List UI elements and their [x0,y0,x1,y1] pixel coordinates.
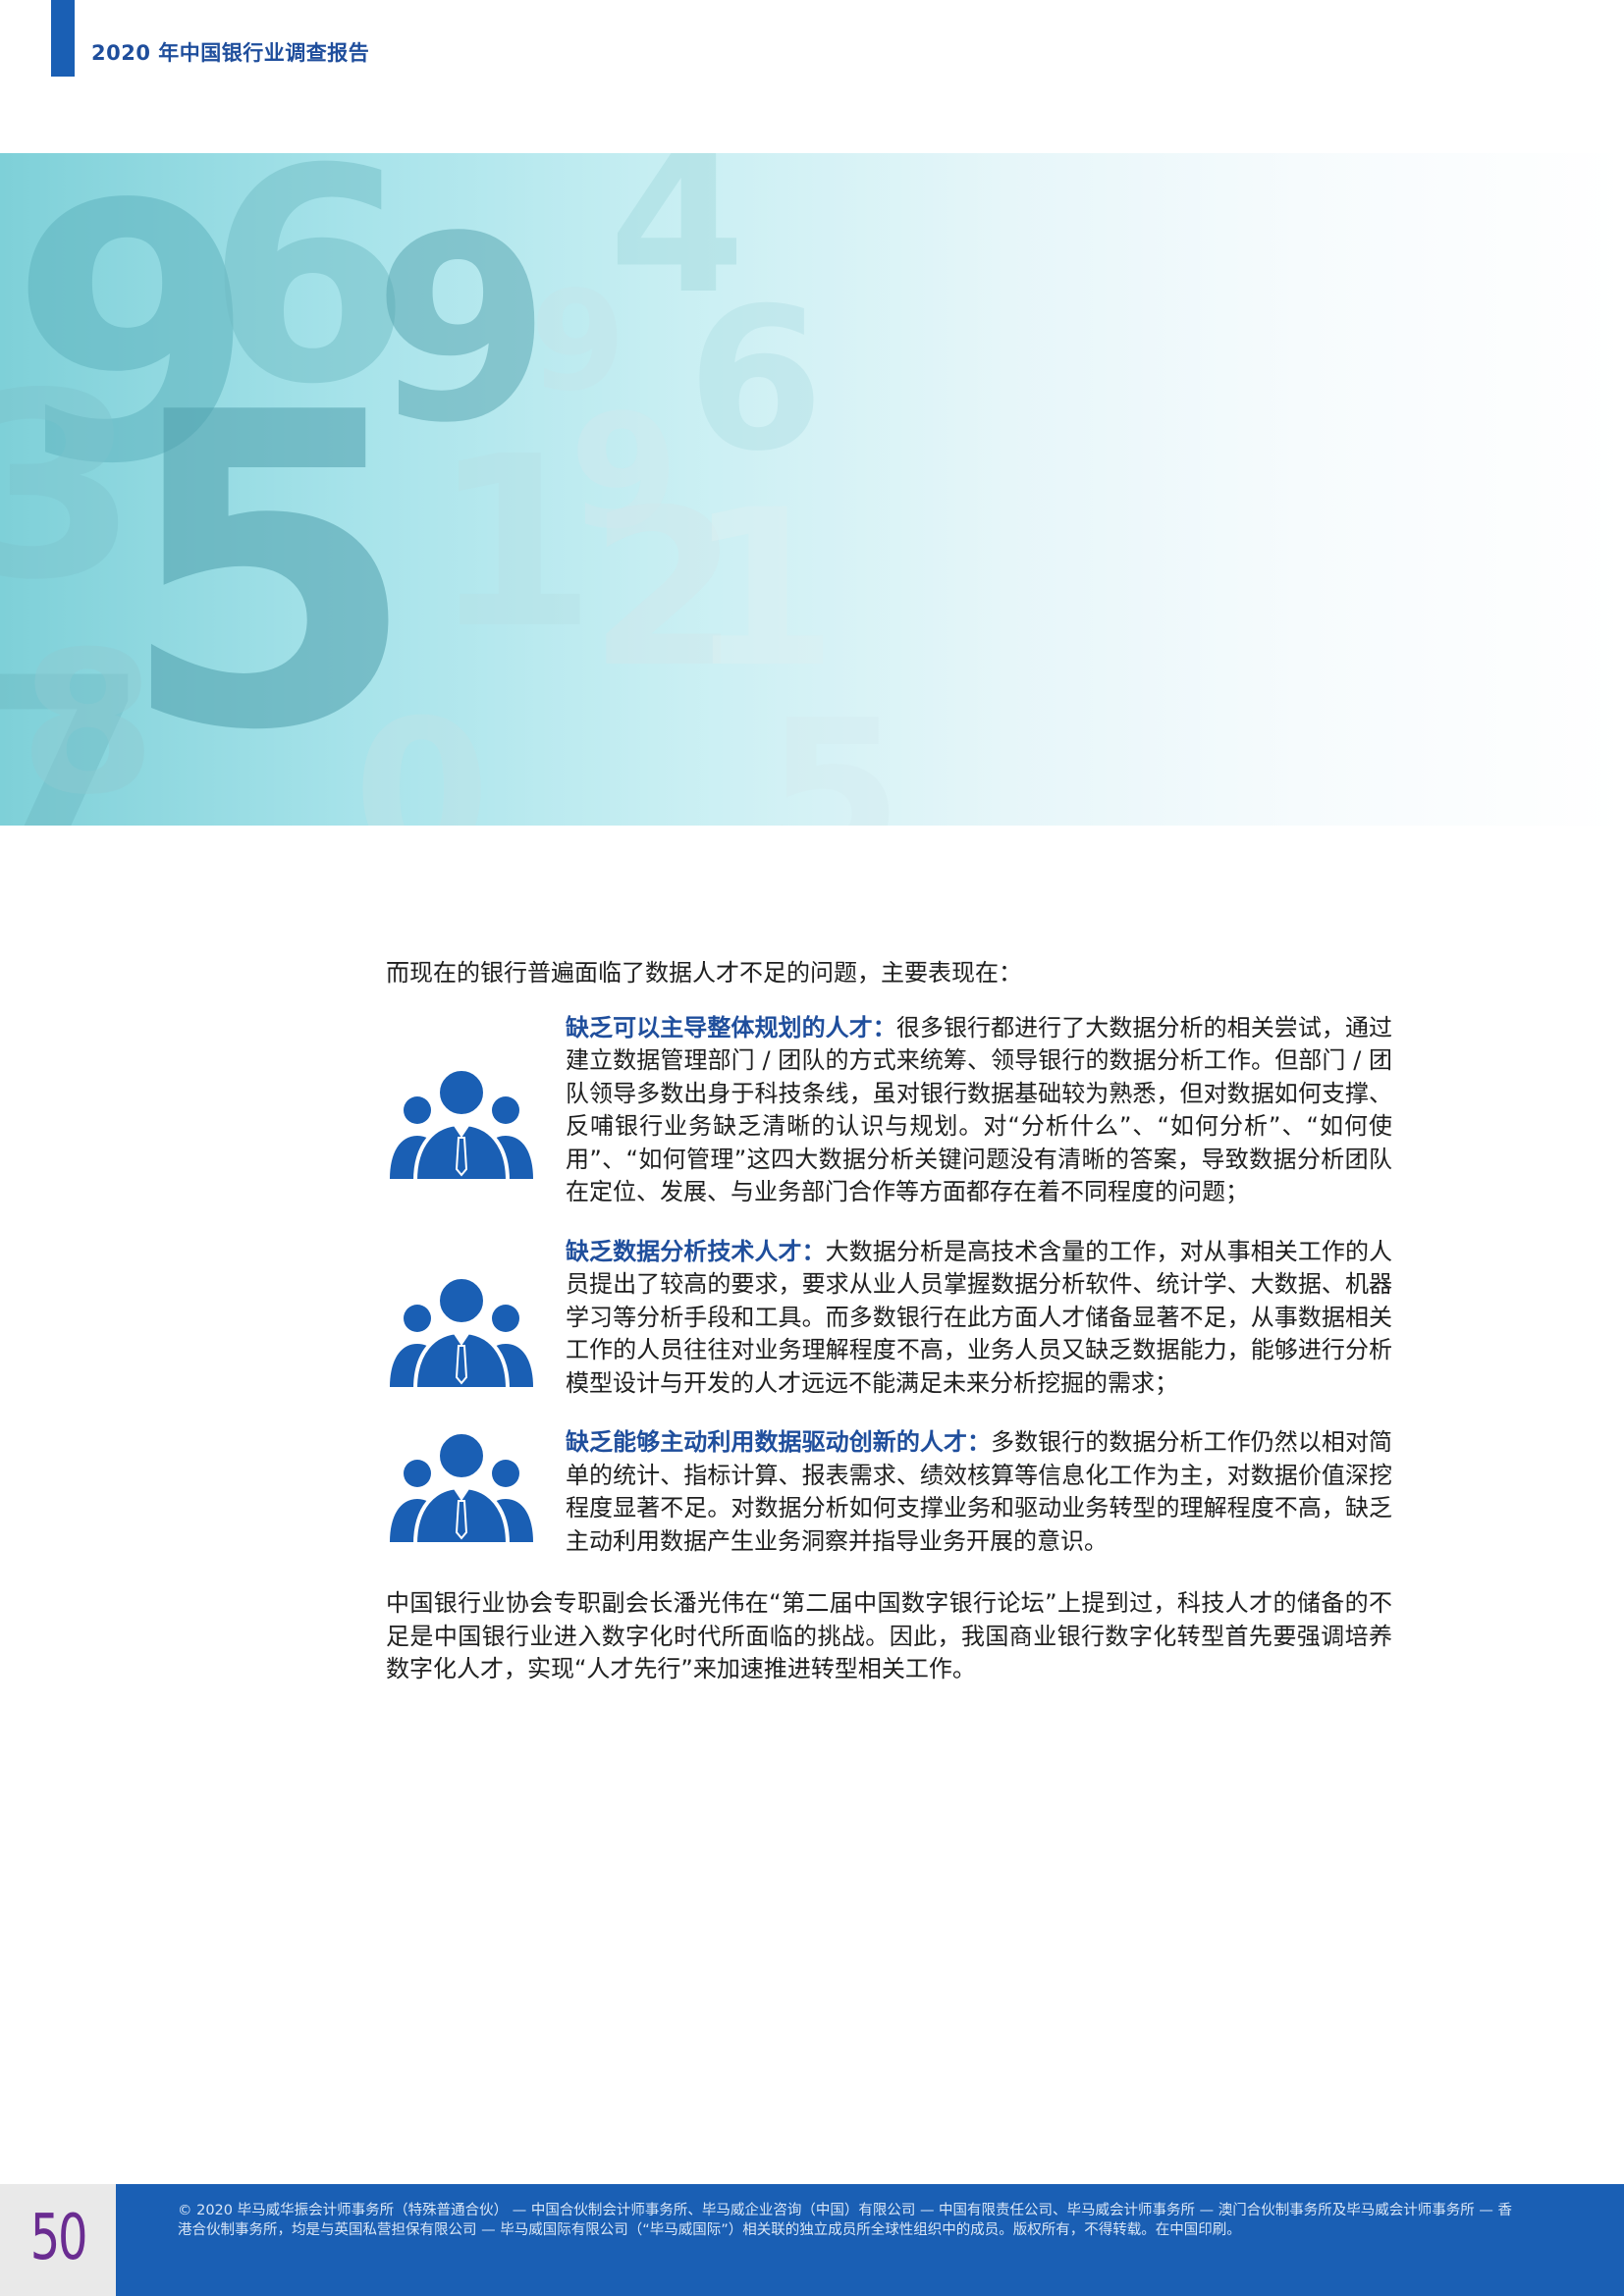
footer-band: © 2020 毕马威华振会计师事务所（特殊普通合伙） — 中国合伙制会计师事务所… [116,2184,1624,2296]
talent-gap-item: 缺乏可以主导整体规划的人才：很多银行都进行了大数据分析的相关尝试，通过建立数据管… [386,1012,1392,1209]
page-footer: 50 © 2020 毕马威华振会计师事务所（特殊普通合伙） — 中国合伙制会计师… [0,2184,1624,2296]
talent-gap-text: 缺乏可以主导整体规划的人才：很多银行都进行了大数据分析的相关尝试，通过建立数据管… [566,1012,1392,1209]
banner-numerals: 9 6 4 9 6 5 3 1 7 8 2 5 0 9 1 9 [0,153,902,826]
talent-gap-item: 缺乏数据分析技术人才：大数据分析是高技术含量的工作，对从事相关工作的人员提出了较… [386,1236,1392,1401]
report-title: 2020 年中国银行业调查报告 [91,41,370,65]
intro-paragraph: 而现在的银行普遍面临了数据人才不足的问题，主要表现在： [386,959,1022,987]
people-group-icon [390,1066,533,1183]
talent-gap-text: 缺乏数据分析技术人才：大数据分析是高技术含量的工作，对从事相关工作的人员提出了较… [566,1236,1392,1401]
copyright-notice: © 2020 毕马威华振会计师事务所（特殊普通合伙） — 中国合伙制会计师事务所… [178,2203,1512,2238]
banner-numeral: 8 [20,610,156,826]
closing-paragraph: 中国银行业协会专职副会长潘光伟在“第二届中国数字银行论坛”上提到过，科技人才的储… [386,1589,1392,1682]
talent-gap-heading: 缺乏数据分析技术人才： [566,1237,826,1265]
header-accent-bar [51,0,75,77]
talent-gap-text: 缺乏能够主动利用数据驱动创新的人才：多数银行的数据分析工作仍然以相对简单的统计、… [566,1426,1392,1558]
page-number-box: 50 [0,2184,116,2296]
banner-numeral: 3 [0,340,138,636]
talent-gap-item: 缺乏能够主动利用数据驱动创新的人才：多数银行的数据分析工作仍然以相对简单的统计、… [386,1426,1392,1558]
decorative-numbers-banner: 9 6 4 9 6 5 3 1 7 8 2 5 0 9 1 9 [0,153,1624,826]
banner-numeral: 0 [353,678,490,826]
banner-numeral: 6 [687,266,824,495]
banner-numeral: 1 [687,463,838,715]
people-group-icon [390,1430,533,1546]
people-group-icon [390,1274,533,1391]
talent-gap-heading: 缺乏能够主动利用数据驱动创新的人才： [566,1428,992,1456]
banner-numeral: 9 [569,380,678,563]
talent-gap-body: 很多银行都进行了大数据分析的相关尝试，通过建立数据管理部门 / 团队的方式来统筹… [566,1013,1393,1206]
main-content: 而现在的银行普遍面临了数据人才不足的问题，主要表现在： 缺乏可以主导整体规划的人… [386,957,1392,1686]
talent-gap-heading: 缺乏可以主导整体规划的人才： [566,1013,896,1041]
page-number: 50 [29,2202,88,2274]
